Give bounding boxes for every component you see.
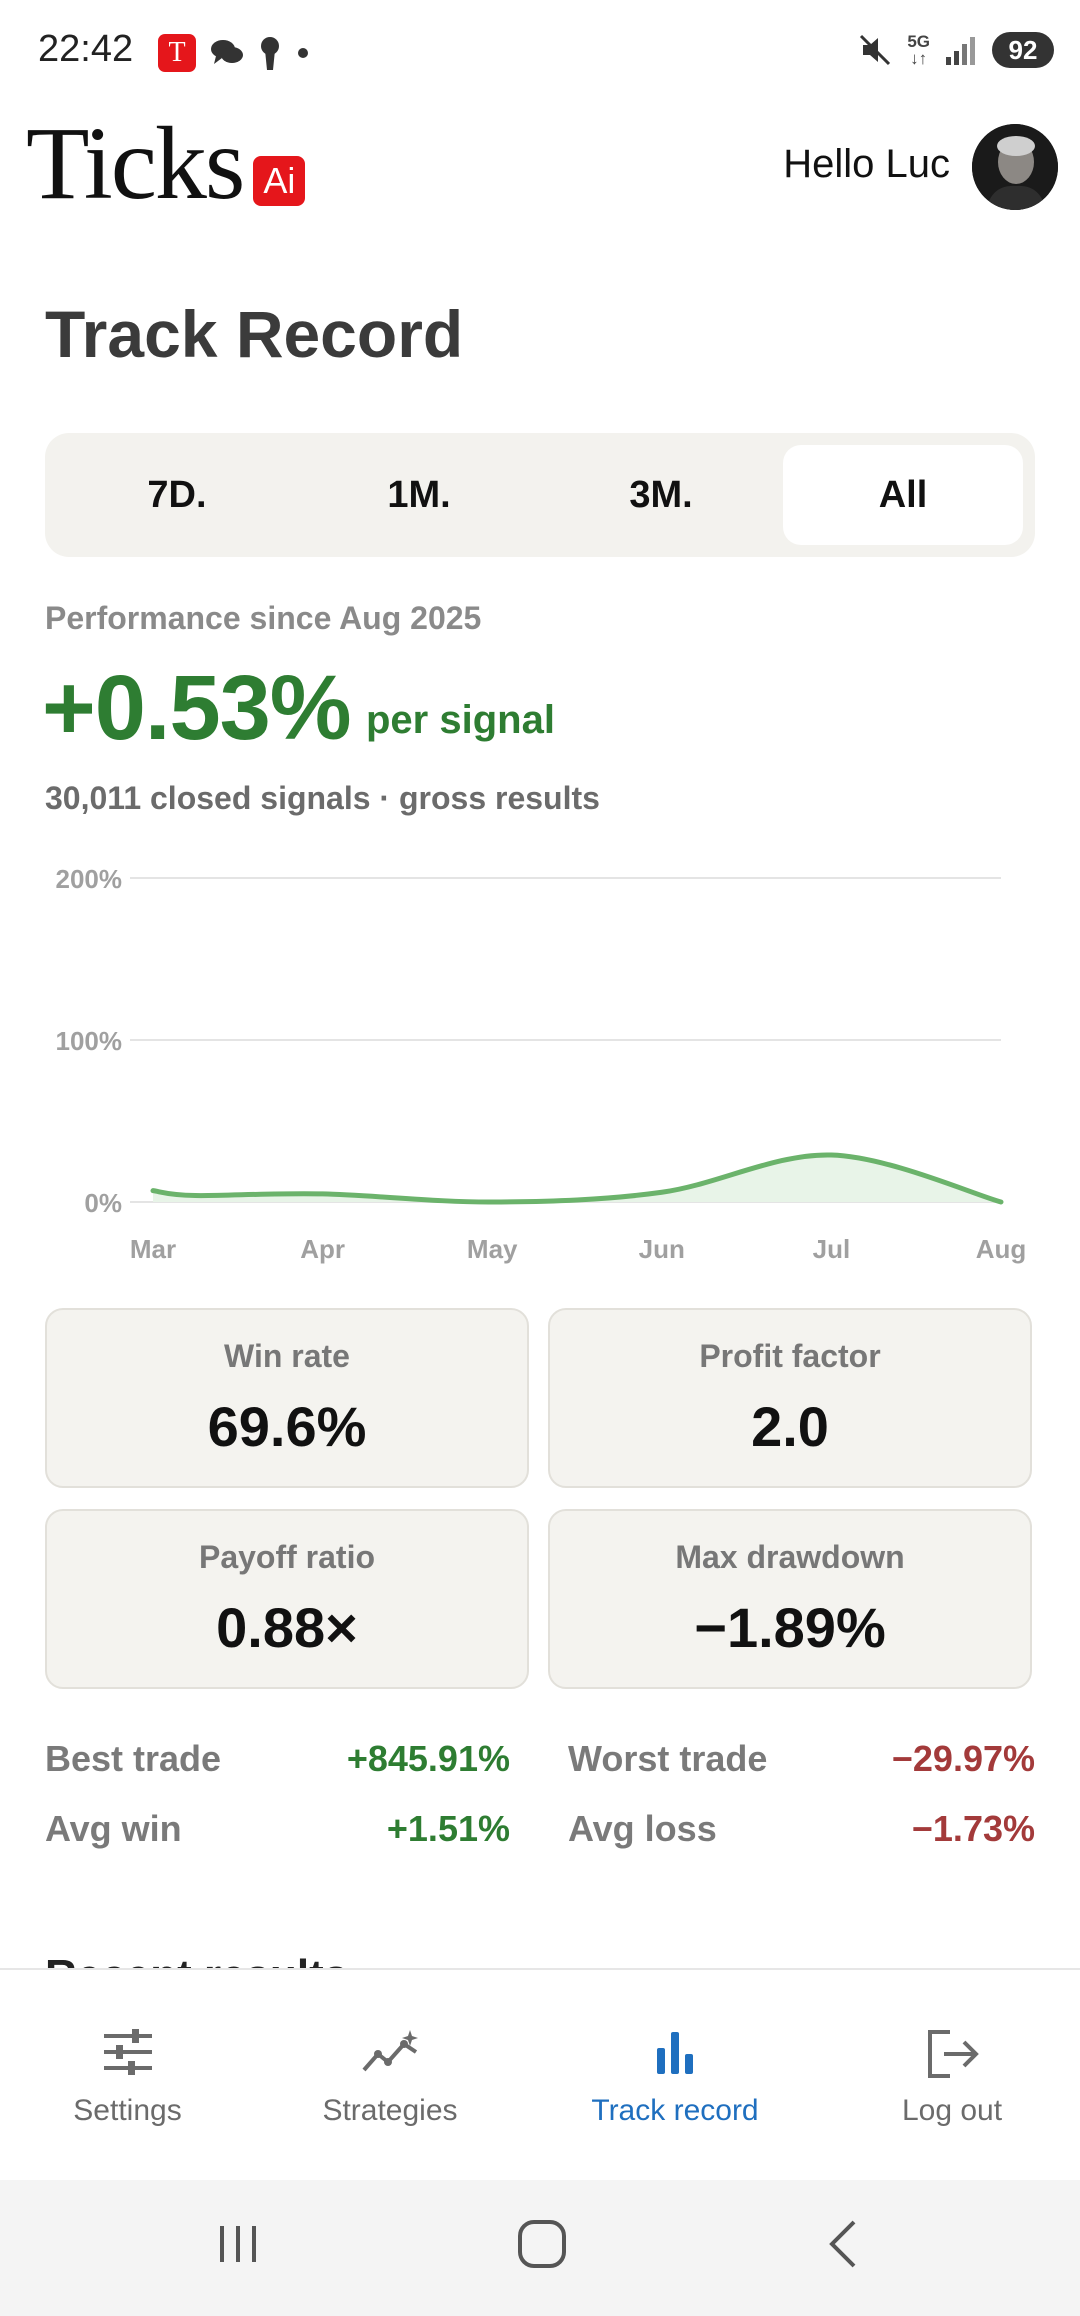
avg-loss-label: Avg loss (568, 1808, 717, 1849)
worst-trade-value: −29.97% (891, 1738, 1035, 1779)
nav-label: Track record (591, 2094, 759, 2127)
nav-strategies[interactable]: Strategies (270, 1970, 510, 2180)
keyhole-icon (261, 37, 279, 70)
tab-1m[interactable]: 1M. (299, 445, 539, 545)
greeting-text: Hello Luc (783, 142, 950, 186)
tab-7d[interactable]: 7D. (57, 445, 297, 545)
x-tick-label: May (467, 1234, 518, 1264)
card-value: 0.88× (216, 1596, 358, 1659)
best-trade-label: Best trade (45, 1738, 222, 1779)
home-icon[interactable] (516, 2218, 568, 2270)
dot-icon (298, 48, 308, 58)
performance-value: +0.53% (42, 657, 352, 759)
bar-chart-icon (657, 2032, 693, 2074)
notification-icons: T (158, 34, 310, 72)
y-tick-label: 100% (56, 1026, 123, 1056)
max-drawdown-card: Max drawdown −1.89% (548, 1509, 1032, 1689)
y-tick-label: 0% (84, 1188, 122, 1218)
tab-3m[interactable]: 3M. (541, 445, 781, 545)
range-selector: 7D. 1M. 3M. All (45, 433, 1035, 557)
x-tick-label: Jun (639, 1234, 685, 1264)
card-label: Payoff ratio (198, 1539, 376, 1575)
logo-badge: Ai (253, 156, 306, 206)
nav-label: Strategies (322, 2094, 458, 2127)
y-tick-label: 200% (56, 864, 123, 894)
back-icon[interactable] (820, 2218, 864, 2270)
chat-bubbles-icon (211, 40, 243, 64)
sliders-icon (103, 2029, 152, 2075)
avg-win-value: +1.51% (386, 1808, 510, 1849)
nav-settings[interactable]: Settings (0, 1970, 255, 2180)
system-navigation-bar (0, 2180, 1080, 2316)
avatar[interactable] (972, 124, 1058, 210)
payoff-ratio-card: Payoff ratio 0.88× (45, 1509, 529, 1689)
tab-all[interactable]: All (783, 445, 1023, 545)
card-value: −1.89% (694, 1596, 886, 1659)
nav-log-out[interactable]: Log out (832, 1970, 1072, 2180)
performance-chart: 200% 100% 0% Mar Apr May Jun Jul Aug (56, 864, 1027, 1264)
nav-label: Settings (73, 2094, 182, 2127)
best-trade-value: +845.91% (346, 1738, 510, 1779)
x-tick-label: Apr (300, 1234, 345, 1264)
profit-factor-card: Profit factor 2.0 (548, 1308, 1032, 1488)
x-tick-label: Aug (976, 1234, 1027, 1264)
card-label: Max drawdown (675, 1539, 905, 1575)
battery-indicator: 92 (992, 32, 1054, 68)
strategies-icon (362, 2030, 418, 2072)
avg-loss-value: −1.73% (911, 1808, 1035, 1849)
network-icon: 5G ↓↑ (907, 32, 930, 68)
user-avatar-image (972, 124, 1058, 210)
section-heading-recent: Recent results (45, 1950, 348, 1970)
x-tick-label: Jul (813, 1234, 851, 1264)
win-rate-card: Win rate 69.6% (45, 1308, 529, 1488)
nav-label: Log out (901, 2094, 1003, 2127)
worst-trade-label: Worst trade (568, 1738, 768, 1779)
performance-unit: per signal (366, 698, 555, 742)
performance-subtitle: 30,011 closed signals · gross results (45, 780, 600, 816)
logo-text: Ticks (26, 106, 245, 221)
card-value: 69.6% (207, 1395, 367, 1458)
x-tick-label: Mar (130, 1234, 176, 1264)
app-logo: Ticks Ai (26, 106, 306, 221)
signal-icon (946, 37, 975, 65)
nav-track-record[interactable]: Track record (555, 1970, 795, 2180)
status-time: 22:42 (38, 28, 134, 70)
mute-icon (860, 34, 891, 66)
performance-since: Performance since Aug 2025 (45, 600, 482, 636)
app-notification-icon: T (158, 34, 196, 72)
card-label: Win rate (224, 1338, 350, 1374)
page-title: Track Record (45, 297, 464, 371)
status-bar: 22:42 T 5G ↓↑ 92 (0, 0, 1080, 104)
recent-apps-icon[interactable] (214, 2218, 264, 2268)
system-status-icons: 5G ↓↑ 92 (857, 32, 1054, 68)
bottom-navigation: Settings Strategies Track record Log out (0, 1968, 1080, 2180)
card-value: 2.0 (751, 1395, 829, 1458)
logout-icon (928, 2030, 979, 2078)
avg-win-label: Avg win (45, 1808, 182, 1849)
card-label: Profit factor (699, 1338, 881, 1374)
